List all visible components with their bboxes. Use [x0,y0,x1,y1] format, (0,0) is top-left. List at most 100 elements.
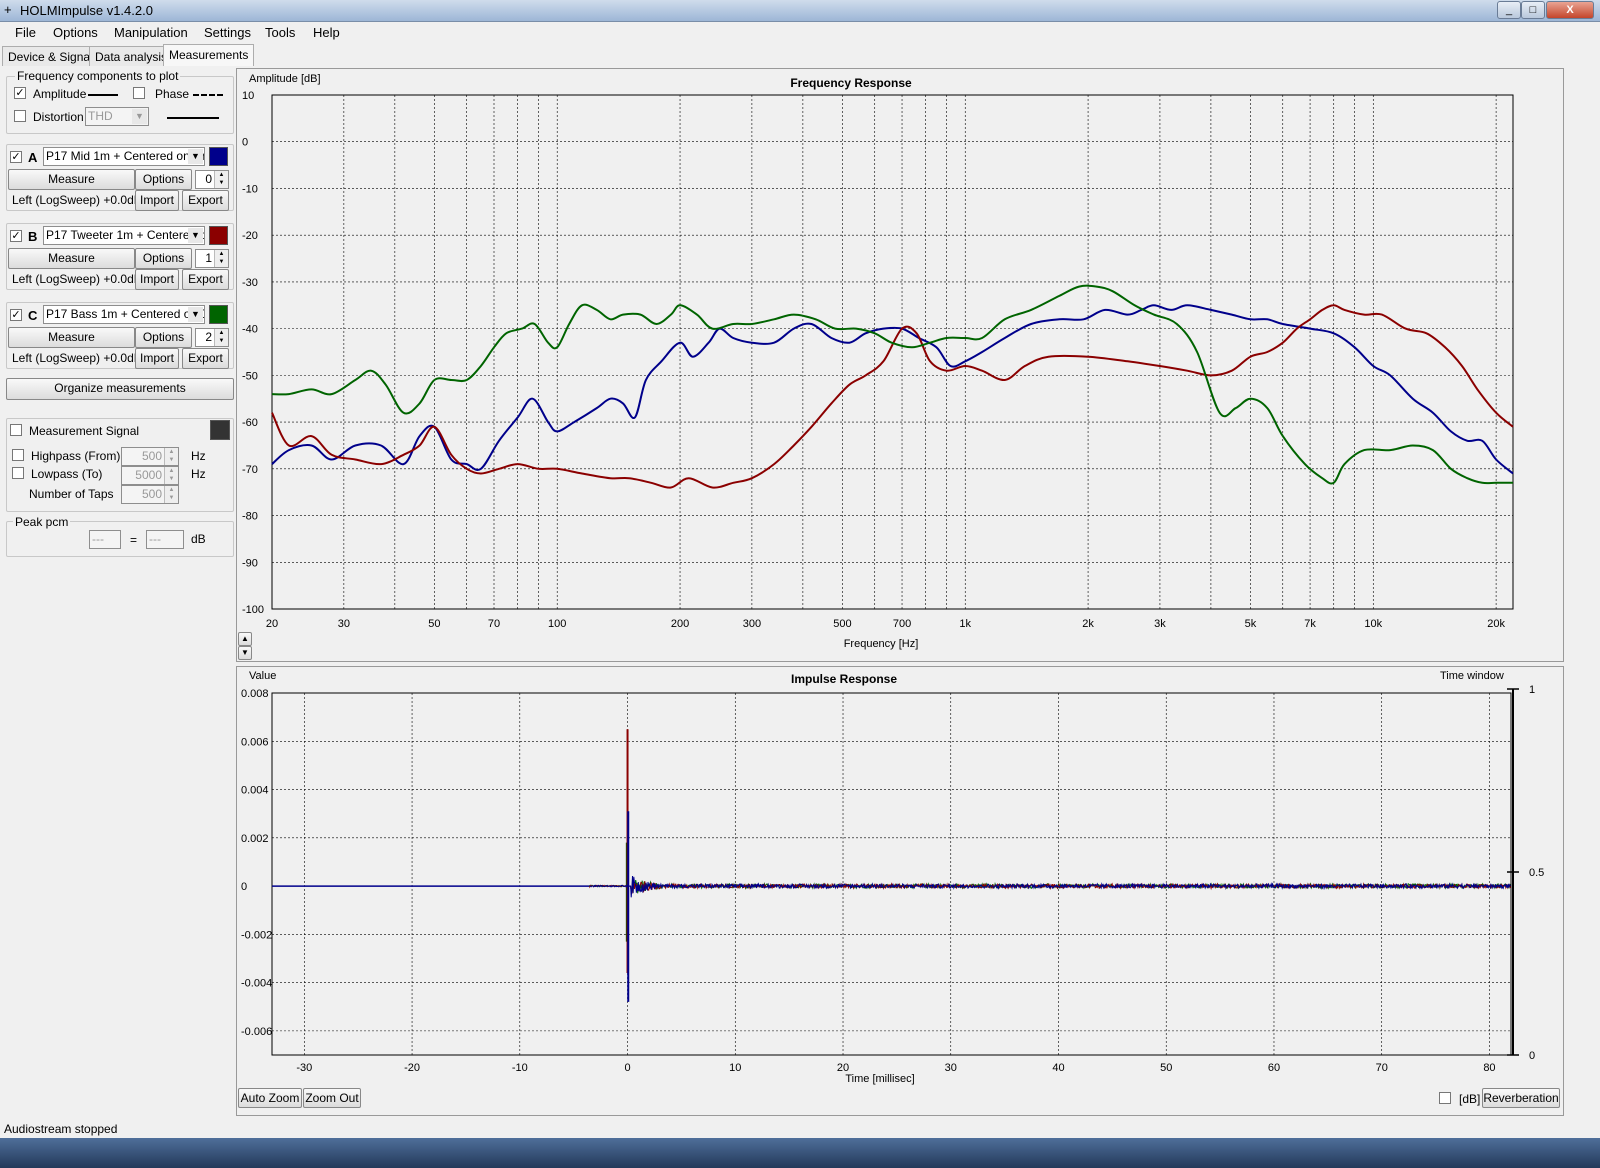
x-tick-label: 0 [624,1062,630,1074]
tab-data-analysis[interactable]: Data analysis [89,46,174,66]
y-tick-label: -100 [242,604,264,616]
y-tick-label: -10 [242,183,258,195]
measurement-b-checkbox[interactable]: ✓ [10,230,22,242]
highpass-checkbox[interactable] [12,449,24,461]
measurement-a-select[interactable]: P17 Mid 1m + Centered on Driv ▼ [43,147,205,166]
measurement-b-export-button[interactable]: Export [182,269,229,290]
measurement-b-measure-button[interactable]: Measure [8,248,135,269]
tab-device-signal[interactable]: Device & Signal [2,46,99,66]
measurement-c-measure-button[interactable]: Measure [8,327,135,348]
y-tick-label: 0 [241,881,247,893]
x-tick-label: 10k [1364,618,1382,630]
impulse-response-chart[interactable]: -30 -20 -10 0 10 20 30 40 50 60 70 800.0080.0060.00… [237,667,1563,1087]
distortion-select-value: THD [88,109,113,123]
status-text: Audiostream stopped [4,1122,118,1136]
db-checkbox[interactable] [1439,1092,1451,1104]
phase-label: Phase [155,87,190,101]
taps-stepper[interactable]: 500 ▲ ▼ [121,485,179,504]
measurement-b-select[interactable]: P17 Tweeter 1m + Centered on ▼ [43,226,205,245]
x-tick-label: 70 [1376,1062,1388,1074]
spin-arrows-icon[interactable]: ▲ ▼ [214,171,228,188]
measurement-b-options-button[interactable]: Options [135,248,192,269]
organize-measurements-button[interactable]: Organize measurements [6,378,234,400]
spin-arrows-icon[interactable]: ▲ ▼ [164,467,178,484]
menu-file[interactable]: File [15,25,36,40]
measurement-a-checkbox[interactable]: ✓ [10,151,22,163]
phase-checkbox[interactable] [133,87,145,99]
measurement-c-color-swatch[interactable] [209,305,228,324]
group-title: Frequency components to plot [15,69,181,83]
chevron-down-icon: ▼ [188,228,203,243]
y-tick-label: -80 [242,511,258,523]
chart-title: Frequency Response [790,76,912,90]
measurement-b-color-swatch[interactable] [209,226,228,245]
menu-settings[interactable]: Settings [204,25,251,40]
measurement-c-checkbox[interactable]: ✓ [10,309,22,321]
y-tick-label: 10 [242,90,254,102]
measurement-a-import-button[interactable]: Import [135,190,179,211]
measurement-a-index-stepper[interactable]: 0 ▲ ▼ [195,170,229,189]
x-tick-label: -20 [404,1062,420,1074]
measurement-a-name: P17 Mid 1m + Centered on Driv [46,149,205,163]
y-tick-label: 0.006 [241,736,269,748]
x-tick-label: 20k [1487,618,1505,630]
time-window-tick-label: 1 [1529,684,1535,696]
menu-options[interactable]: Options [53,25,98,40]
auto-zoom-button[interactable]: Auto Zoom [238,1088,302,1108]
measurement-b-index-stepper[interactable]: 1 ▲ ▼ [195,249,229,268]
highpass-stepper[interactable]: 500 ▲ ▼ [121,447,179,466]
x-tick-label: 1k [959,618,971,630]
x-tick-label: 30 [338,618,350,630]
measurement-slot-b: ✓ B P17 Tweeter 1m + Centered on ▼ Measu… [6,223,234,290]
measurement-c-source: Left (LogSweep) +0.0dB [12,351,142,365]
frequency-response-chart[interactable]: 100-10-20-30-40-50-60-70-80-90-10020 30 50… [237,69,1563,661]
menu-tools[interactable]: Tools [265,25,295,40]
measurement-c-index-stepper[interactable]: 2 ▲ ▼ [195,328,229,347]
signal-color-swatch[interactable] [210,420,230,440]
x-tick-label: 50 [1160,1062,1172,1074]
window-title: HOLMImpulse v1.4.2.0 [20,3,153,18]
x-tick-label: 30 [945,1062,957,1074]
lowpass-label: Lowpass (To) [31,467,103,481]
spin-arrows-icon[interactable]: ▲ ▼ [214,250,228,267]
measurement-a-letter: A [28,150,38,165]
distortion-checkbox[interactable] [14,110,26,122]
x-tick-label: 60 [1268,1062,1280,1074]
reverberation-button[interactable]: Reverberation [1482,1088,1560,1108]
menu-manipulation[interactable]: Manipulation [114,25,188,40]
measurement-a-options-button[interactable]: Options [135,169,192,190]
solid-line-icon [88,94,118,96]
menu-help[interactable]: Help [313,25,340,40]
measurement-a-color-swatch[interactable] [209,147,228,166]
spin-arrows-icon[interactable]: ▲ ▼ [214,329,228,346]
x-tick-label: 40 [1052,1062,1064,1074]
measurement-a-measure-button[interactable]: Measure [8,169,135,190]
zoom-out-button[interactable]: Zoom Out [303,1088,361,1108]
y-tick-label: 0.004 [241,785,269,797]
x-tick-label: 2k [1082,618,1094,630]
spin-arrows-icon[interactable]: ▲ ▼ [164,486,178,503]
spin-arrows-icon[interactable]: ▲ ▼ [164,448,178,465]
stepper-value: 500 [141,487,162,501]
distortion-select[interactable]: THD ▼ [85,107,149,126]
measurement-c-select[interactable]: P17 Bass 1m + Centered on Dr ▼ [43,305,205,324]
minimize-icon[interactable]: _ [1497,1,1521,19]
measurement-signal-checkbox[interactable] [10,424,22,436]
peak-pcm-group: Peak pcm --- = --- dB [6,515,234,557]
measurement-a-export-button[interactable]: Export [182,190,229,211]
distortion-label: Distortion [33,110,84,124]
y-tick-label: -40 [242,324,258,336]
measurement-b-import-button[interactable]: Import [135,269,179,290]
measurement-c-import-button[interactable]: Import [135,348,179,369]
x-tick-label: 3k [1154,618,1166,630]
maximize-icon[interactable]: □ [1521,1,1545,19]
lowpass-checkbox[interactable] [12,467,24,479]
close-icon[interactable]: X [1546,1,1594,19]
measurement-c-export-button[interactable]: Export [182,348,229,369]
scroll-down-icon[interactable]: ▼ [238,646,252,660]
measurement-c-options-button[interactable]: Options [135,327,192,348]
tab-measurements[interactable]: Measurements [163,44,255,66]
lowpass-stepper[interactable]: 5000 ▲ ▼ [121,466,179,485]
amplitude-checkbox[interactable]: ✓ [14,87,26,99]
scroll-up-icon[interactable]: ▲ [238,632,252,646]
